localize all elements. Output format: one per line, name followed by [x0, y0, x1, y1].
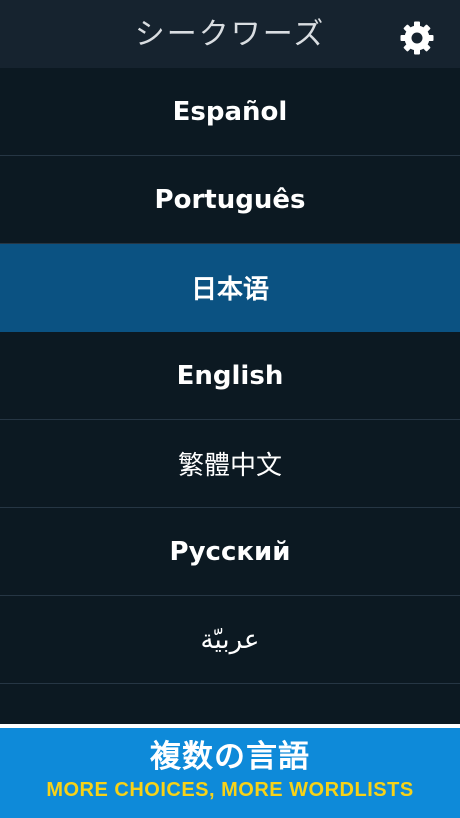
app-title: シークワーズ: [134, 17, 326, 52]
language-item-portuguese[interactable]: Português: [0, 156, 460, 244]
language-label: Español: [172, 96, 288, 127]
language-item-spanish[interactable]: Español: [0, 68, 460, 156]
language-label: Português: [154, 184, 306, 215]
promo-banner: 複数の言語 MORE CHOICES, MORE WORDLISTS: [0, 728, 460, 818]
language-item-traditional-chinese[interactable]: 繁體中文: [0, 420, 460, 508]
language-label: عربيّة: [200, 624, 260, 655]
language-item-russian[interactable]: Русский: [0, 508, 460, 596]
language-item-english[interactable]: English: [0, 332, 460, 420]
language-item-arabic[interactable]: عربيّة: [0, 596, 460, 684]
language-label: Русский: [169, 536, 291, 567]
banner-title: 複数の言語: [150, 739, 310, 775]
language-label: 繁體中文: [177, 451, 282, 481]
language-item-japanese[interactable]: 日本语: [0, 244, 460, 332]
header-bar: シークワーズ: [0, 0, 460, 68]
language-label: English: [176, 360, 284, 391]
language-list: Español Português 日本语 English 繁體中文 Русск…: [0, 68, 460, 728]
gear-icon[interactable]: [398, 19, 436, 57]
banner-subtitle: MORE CHOICES, MORE WORDLISTS: [46, 779, 414, 801]
language-label: 日本语: [190, 275, 269, 305]
app-screen: シークワーズ Español Português 日本语 English 繁體中…: [0, 0, 460, 818]
